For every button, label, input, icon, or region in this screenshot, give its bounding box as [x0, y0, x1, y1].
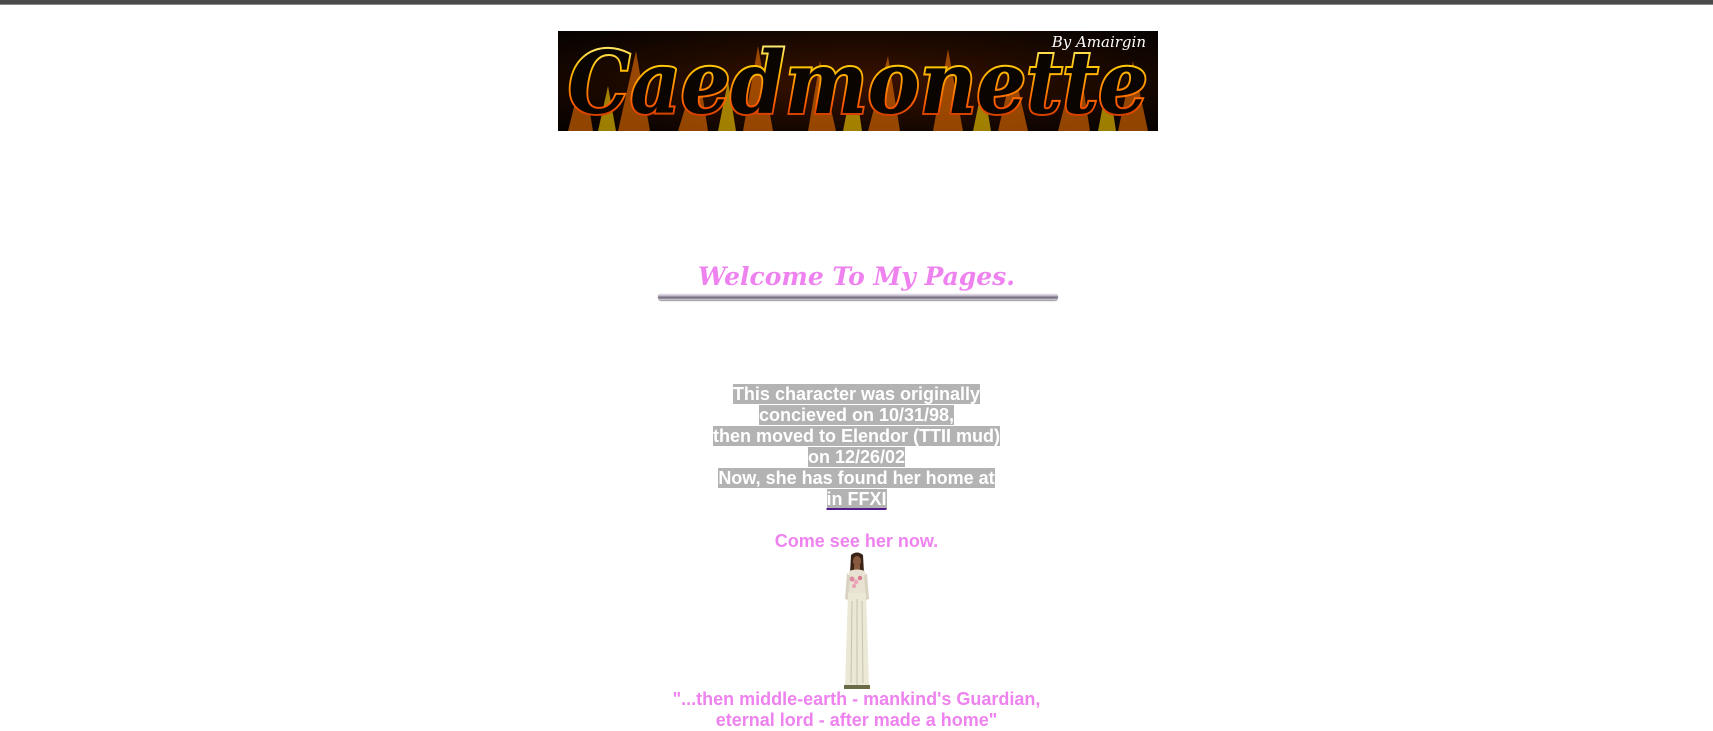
character-info: This character was originally concieved … [0, 384, 1713, 510]
info-line: on 12/26/02 [807, 447, 906, 467]
come-see-text: Come see her now. [774, 531, 939, 551]
welcome-divider [658, 293, 1058, 300]
info-line: concieved on 10/31/98, [758, 405, 955, 425]
banner: Caedmonette By Amairgin [558, 31, 1158, 131]
top-border [0, 0, 1713, 5]
quote: "...then middle-earth - mankind's Guardi… [0, 689, 1713, 731]
info-line: This character was originally [732, 384, 981, 404]
page: Caedmonette By Amairgin Welcome To My Pa… [0, 0, 1713, 730]
quote-line: "...then middle-earth - mankind's Guardi… [672, 689, 1041, 709]
banner-signature: By Amairgin [1051, 33, 1146, 51]
character-figure-image [844, 552, 870, 689]
quote-line: eternal lord - after made a home" [715, 710, 998, 730]
info-line: Now, she has found her home at [718, 468, 995, 488]
info-line: then moved to Elendor (TTII mud) [713, 426, 1000, 446]
ffxi-link[interactable]: in FFXI [826, 489, 887, 509]
welcome-heading: Welcome To My Pages. [698, 262, 1015, 291]
